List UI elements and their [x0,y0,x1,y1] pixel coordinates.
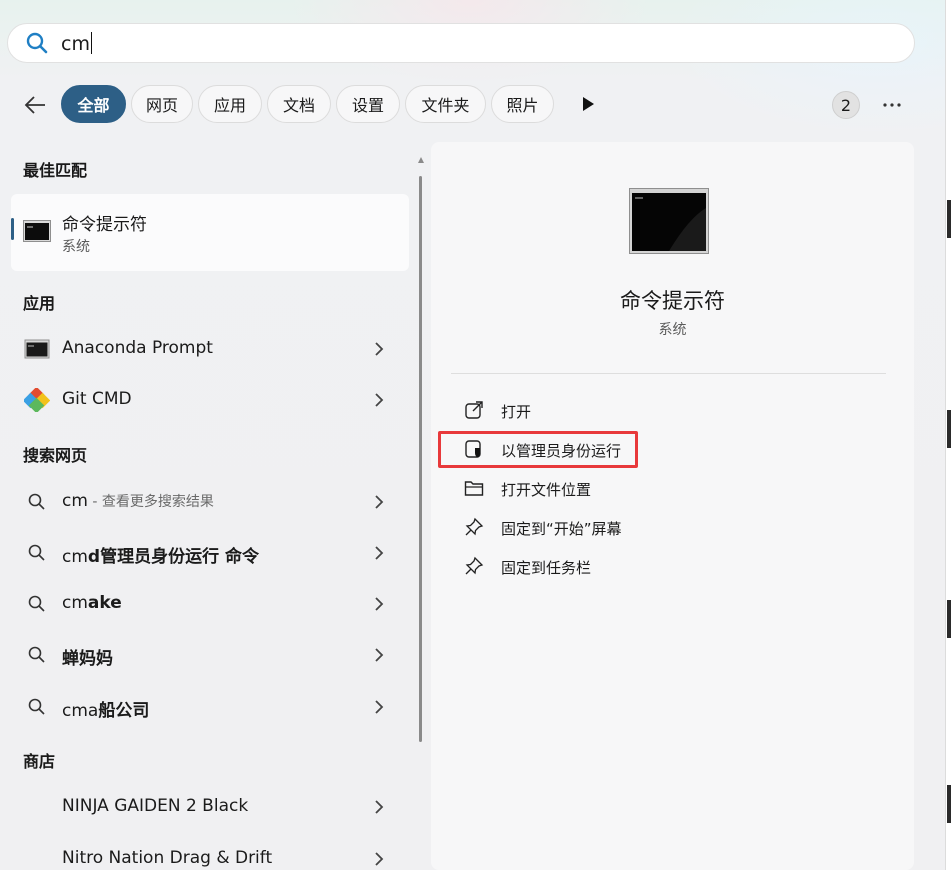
filter-chip-documents[interactable]: 文档 [267,85,331,123]
section-best-match: 最佳匹配 [23,161,88,180]
result-count-badge[interactable]: 2 [832,91,860,119]
chevron-right-icon[interactable] [373,341,385,357]
web-result-cma-shipping[interactable]: cma船公司 [11,685,409,729]
chevron-right-icon[interactable] [373,851,385,867]
action-pin-to-taskbar[interactable]: 固定到任务栏 [461,551,761,581]
git-icon [24,388,50,412]
action-open[interactable]: 打开 [461,395,761,425]
action-open-file-location[interactable]: 打开文件位置 [461,473,761,503]
chevron-right-icon[interactable] [373,799,385,815]
search-icon [26,32,48,54]
folder-icon [464,481,484,496]
pin-icon [465,517,484,536]
action-label: 固定到任务栏 [501,559,592,577]
cmd-icon [23,220,51,242]
action-pin-to-start[interactable]: 固定到“开始”屏幕 [461,512,761,542]
search-icon [28,493,45,510]
detail-title: 命令提示符 [620,289,725,313]
cmd-icon [24,339,50,359]
detail-subtitle: 系统 [658,322,687,338]
highlight-box [438,431,638,468]
chevron-right-icon[interactable] [373,545,385,561]
store-item-ninja-gaiden[interactable]: NINJA GAIDEN 2 Black [11,785,409,829]
chevron-right-icon[interactable] [373,699,385,715]
filter-chip-photos[interactable]: 照片 [491,85,554,123]
filter-chip-folders[interactable]: 文件夹 [405,85,486,123]
chevron-right-icon[interactable] [373,392,385,408]
search-input[interactable]: cm [61,31,92,55]
list-item-label: Nitro Nation Drag & Drift [62,848,273,868]
store-item-nitro-nation[interactable]: Nitro Nation Drag & Drift [11,837,409,870]
edge-strip [947,785,951,823]
best-match-subtitle: 系统 [62,239,90,255]
results-scrollbar[interactable] [418,156,424,870]
chevron-right-icon[interactable] [373,596,385,612]
action-label: 打开 [501,403,532,421]
more-icon[interactable] [882,103,902,107]
search-icon [28,595,45,612]
best-match-title: 命令提示符 [62,215,147,235]
open-external-icon [465,401,483,419]
search-box[interactable]: cm [7,23,915,63]
text-caret [90,31,92,54]
play-icon[interactable] [581,96,595,112]
action-label: 打开文件位置 [501,481,592,499]
section-store: 商店 [23,752,56,771]
search-icon [28,698,45,715]
detail-pane: 命令提示符 系统 打开 以管理员身份运行 打开文件位置 固定到“开始”屏幕 固定… [431,142,914,870]
search-icon [28,646,45,663]
back-arrow-icon[interactable] [23,93,47,117]
search-icon [28,544,45,561]
list-item-label: Anaconda Prompt [62,338,213,358]
pin-icon [465,556,484,575]
web-result-cm[interactable]: cm - 查看更多搜索结果 [11,480,409,524]
filter-chip-settings[interactable]: 设置 [336,85,400,123]
web-result-cmake[interactable]: cmake [11,582,409,626]
filter-chip-web[interactable]: 网页 [131,85,193,123]
list-item-anaconda-prompt[interactable]: Anaconda Prompt [11,327,409,371]
list-item-label: NINJA GAIDEN 2 Black [62,796,249,816]
section-web-search: 搜索网页 [23,446,88,465]
web-result-cmd-admin[interactable]: cmd管理员身份运行 命令 [11,531,409,575]
cmd-icon [629,188,709,254]
list-item-label: Git CMD [62,389,132,409]
action-label: 固定到“开始”屏幕 [501,520,622,538]
list-item-label: cmake [62,593,122,613]
list-item-label: cmd管理员身份运行 命令 [62,547,260,567]
scroll-up-icon[interactable] [418,156,424,164]
edge-strip [947,200,951,238]
divider [451,373,886,374]
list-item-git-cmd[interactable]: Git CMD [11,378,409,422]
chevron-right-icon[interactable] [373,494,385,510]
scrollbar-thumb[interactable] [419,176,422,742]
filter-chip-apps[interactable]: 应用 [198,85,262,123]
filter-bar: 全部 网页 应用 文档 设置 文件夹 照片 2 [0,84,945,126]
edge-strip [947,600,951,638]
best-match-item[interactable]: 命令提示符 系统 [11,194,409,271]
web-result-chanmama[interactable]: 蝉妈妈 [11,633,409,677]
list-item-label: cm - 查看更多搜索结果 [62,491,214,511]
section-apps: 应用 [23,294,56,313]
list-item-label: cma船公司 [62,701,150,721]
background-window-edge [945,0,951,870]
list-item-label: 蝉妈妈 [62,649,113,669]
filter-chip-all[interactable]: 全部 [61,85,126,123]
selection-indicator [11,218,14,240]
chevron-right-icon[interactable] [373,647,385,663]
edge-strip [947,410,951,448]
